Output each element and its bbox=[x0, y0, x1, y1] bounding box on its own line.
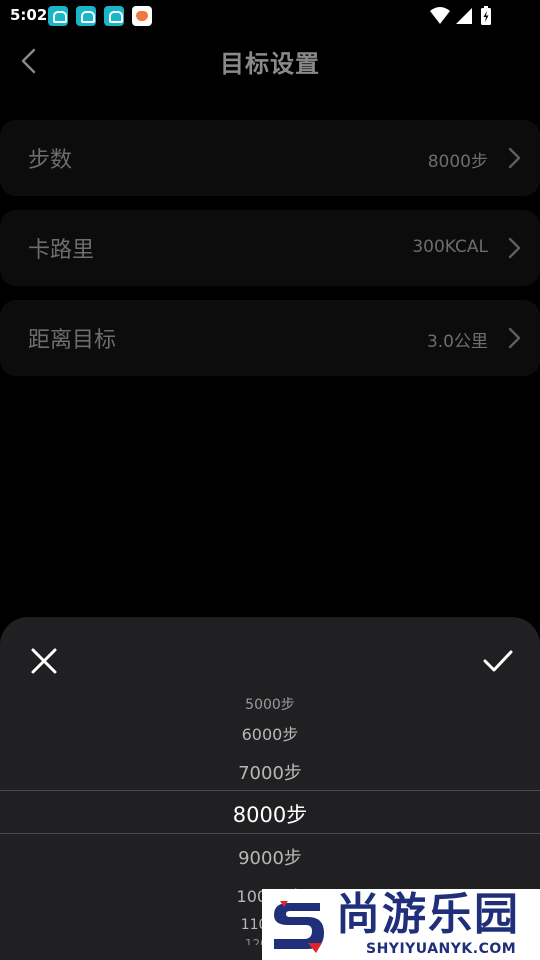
steps-goal-row[interactable]: 步数 8000步 bbox=[0, 120, 540, 196]
row-label: 距离目标 bbox=[28, 328, 117, 353]
picker-item[interactable]: 7000步 bbox=[0, 759, 540, 785]
chevron-right-icon bbox=[508, 327, 521, 349]
close-button[interactable] bbox=[28, 645, 60, 677]
wifi-icon bbox=[430, 7, 450, 24]
row-value: 8000步 bbox=[427, 152, 488, 172]
watermark-text: 尚游乐园 bbox=[336, 889, 520, 940]
picker-selection-bottom-line bbox=[0, 833, 540, 834]
distance-goal-row[interactable]: 距离目标 3.0公里 bbox=[0, 300, 540, 376]
picker-item[interactable]: 9000步 bbox=[0, 844, 540, 870]
signal-icon bbox=[456, 8, 472, 24]
status-bar: 5:02 bbox=[0, 0, 540, 32]
status-time: 5:02 bbox=[10, 6, 48, 24]
row-value: 3.0公里 bbox=[426, 332, 488, 352]
health-app-icon bbox=[132, 6, 152, 26]
row-value: 300KCAL bbox=[412, 237, 488, 257]
system-status-icons bbox=[430, 6, 491, 25]
page-title: 目标设置 bbox=[220, 50, 320, 78]
chevron-right-icon bbox=[508, 237, 521, 259]
site-watermark: 尚游乐园 SHYIYUANYK.COM bbox=[262, 889, 540, 960]
top-nav: 目标设置 bbox=[0, 32, 540, 90]
calorie-goal-row[interactable]: 卡路里 300KCAL bbox=[0, 210, 540, 286]
app-notification-icon bbox=[76, 6, 96, 26]
battery-charging-icon bbox=[481, 6, 491, 25]
close-icon bbox=[31, 648, 57, 674]
picker-item[interactable]: 6000步 bbox=[0, 721, 540, 745]
app-notification-icon bbox=[104, 6, 124, 26]
confirm-button[interactable] bbox=[482, 645, 514, 677]
check-icon bbox=[483, 650, 513, 672]
brand-s-logo-icon bbox=[274, 901, 324, 953]
chevron-right-icon bbox=[508, 147, 521, 169]
picker-selection-top-line bbox=[0, 790, 540, 791]
picker-item[interactable]: 5000步 bbox=[0, 697, 540, 711]
app-notification-icon bbox=[48, 6, 68, 26]
watermark-url: SHYIYUANYK.COM bbox=[366, 941, 517, 957]
row-label: 卡路里 bbox=[28, 238, 95, 263]
row-label: 步数 bbox=[28, 148, 73, 173]
picker-item-selected[interactable]: 8000步 bbox=[0, 799, 540, 829]
